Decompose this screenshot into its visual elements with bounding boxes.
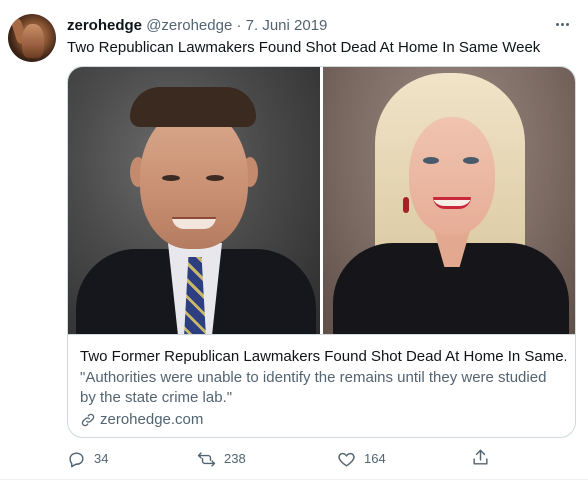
card-domain-text: zerohedge.com bbox=[100, 411, 204, 428]
retweet-button[interactable]: 238 bbox=[197, 448, 246, 470]
link-card[interactable]: Two Former Republican Lawmakers Found Sh… bbox=[67, 66, 576, 438]
display-name[interactable]: zerohedge bbox=[67, 17, 142, 34]
card-domain: zerohedge.com bbox=[80, 410, 203, 430]
action-bar: 34 238 164 bbox=[67, 448, 497, 470]
tweet-text: Two Republican Lawmakers Found Shot Dead… bbox=[67, 39, 541, 56]
separator-dot: · bbox=[236, 17, 242, 34]
reply-count: 34 bbox=[94, 451, 109, 466]
like-button[interactable]: 164 bbox=[337, 448, 386, 470]
card-image[interactable] bbox=[68, 67, 575, 334]
link-icon bbox=[81, 413, 95, 427]
avatar-torso bbox=[22, 24, 44, 58]
like-count: 164 bbox=[364, 451, 386, 466]
more-icon[interactable] bbox=[556, 16, 574, 32]
reply-icon bbox=[69, 451, 84, 467]
handle[interactable]: @zerohedge bbox=[146, 17, 232, 34]
card-title: Two Former Republican Lawmakers Found Sh… bbox=[80, 348, 566, 365]
card-body[interactable]: Two Former Republican Lawmakers Found Sh… bbox=[68, 334, 575, 437]
like-icon bbox=[338, 452, 355, 467]
photo-woman bbox=[323, 67, 575, 334]
avatar[interactable] bbox=[8, 14, 56, 62]
reply-button[interactable]: 34 bbox=[67, 448, 108, 470]
retweet-count: 238 bbox=[224, 451, 246, 466]
retweet-icon bbox=[197, 451, 216, 467]
share-button[interactable] bbox=[471, 448, 490, 467]
card-description: "Authorities were unable to identify the… bbox=[80, 369, 547, 406]
tweet[interactable]: zerohedge @zerohedge · 7. Juni 2019 Two … bbox=[0, 0, 588, 480]
share-icon bbox=[473, 449, 488, 465]
photo-man bbox=[68, 67, 320, 334]
tweet-date[interactable]: 7. Juni 2019 bbox=[246, 17, 328, 34]
tweet-header: zerohedge @zerohedge · 7. Juni 2019 bbox=[67, 16, 327, 36]
